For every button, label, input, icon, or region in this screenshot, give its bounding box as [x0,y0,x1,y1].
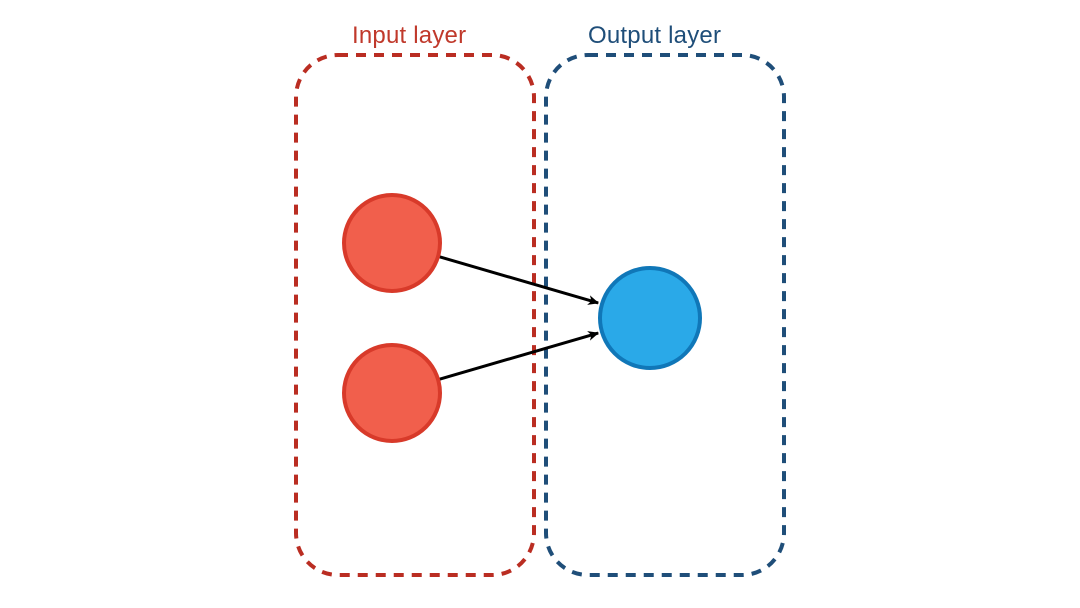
edge [436,333,598,380]
input-node [344,195,440,291]
edge [436,256,598,303]
output-node [600,268,700,368]
input-layer-box [296,55,534,575]
input-nodes [344,195,440,441]
network-diagram [0,0,1080,608]
edges [436,256,598,380]
diagram-stage: Input layer Output layer [0,0,1080,608]
output-nodes [600,268,700,368]
input-node [344,345,440,441]
